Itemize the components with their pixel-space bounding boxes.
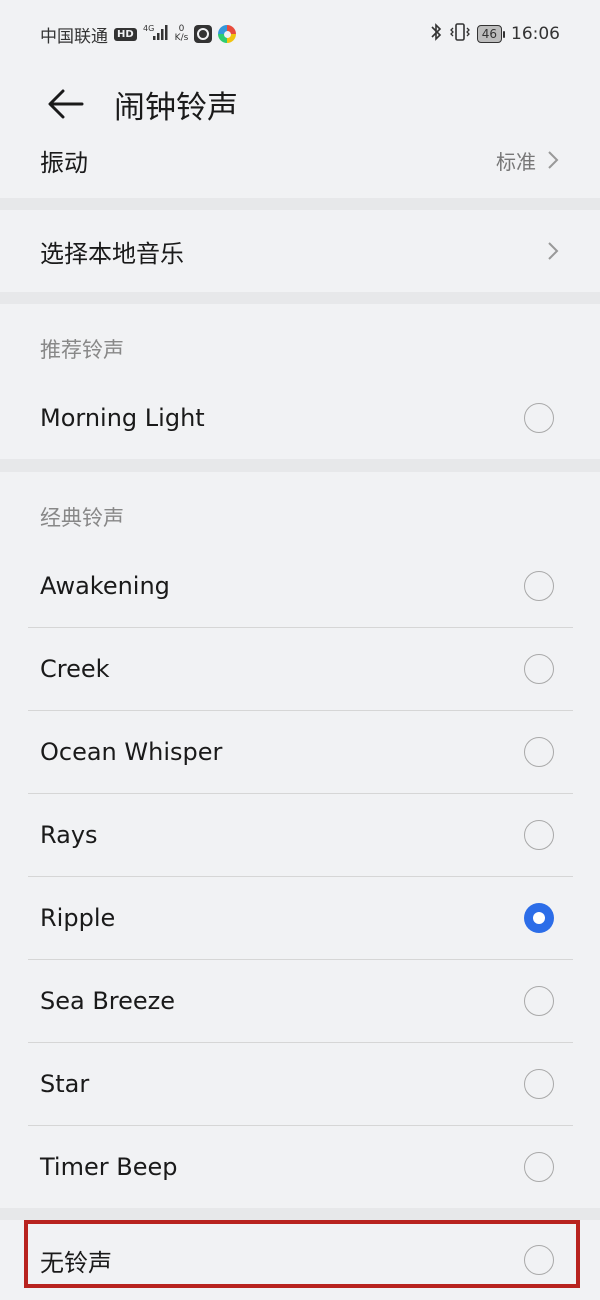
classic-section-title: 经典铃声 — [40, 506, 124, 530]
vibration-label: 振动 — [40, 148, 88, 177]
ringtone-row-rays[interactable]: Rays — [0, 794, 600, 876]
local-music-label: 选择本地音乐 — [40, 239, 184, 268]
ringtone-label: Creek — [40, 655, 110, 683]
battery-level: 46 — [476, 25, 502, 43]
back-button[interactable] — [44, 82, 88, 126]
section-divider — [0, 198, 600, 210]
radio-button[interactable] — [524, 1152, 554, 1182]
radio-button[interactable] — [524, 1069, 554, 1099]
clock: 16:06 — [511, 24, 560, 44]
ringtone-row-morning-light[interactable]: Morning Light — [0, 377, 600, 459]
radio-button[interactable] — [524, 986, 554, 1016]
page-title: 闹钟铃声 — [114, 89, 238, 126]
status-bar-right: 46 16:06 — [429, 22, 560, 47]
battery-icon: 46 — [476, 25, 505, 43]
net-type: 4G — [143, 24, 154, 33]
radio-button[interactable] — [524, 820, 554, 850]
ringtone-label: Ripple — [40, 904, 116, 932]
vibration-row[interactable]: 振动 标准 — [0, 140, 600, 180]
carrier-name: 中国联通 — [40, 26, 108, 47]
ringtone-label: Sea Breeze — [40, 987, 176, 1015]
radio-button[interactable] — [524, 654, 554, 684]
ringtone-row-creek[interactable]: Creek — [0, 628, 600, 710]
status-bar-left: 中国联通 HD 4G 0 K/s — [40, 22, 237, 47]
ringtone-label: Rays — [40, 821, 98, 849]
ringtone-row-sea-breeze[interactable]: Sea Breeze — [0, 960, 600, 1042]
back-arrow-icon — [48, 89, 84, 119]
chevron-right-icon — [548, 242, 559, 260]
radio-button[interactable] — [524, 403, 554, 433]
recommended-section-title: 推荐铃声 — [40, 338, 124, 362]
colorful-app-icon — [218, 25, 237, 43]
ringtone-label: Awakening — [40, 572, 170, 600]
ringtone-label: Ocean Whisper — [40, 738, 223, 766]
ringtone-row-ocean-whisper[interactable]: Ocean Whisper — [0, 711, 600, 793]
radio-button[interactable] — [524, 571, 554, 601]
network-speed: 0 K/s — [175, 25, 189, 43]
ringtone-row-timer-beep[interactable]: Timer Beep — [0, 1126, 600, 1208]
local-music-row[interactable]: 选择本地音乐 — [0, 210, 600, 292]
section-divider — [0, 292, 600, 304]
section-divider — [0, 1208, 600, 1220]
bluetooth-icon — [429, 22, 443, 47]
app-header: 闹钟铃声 — [0, 68, 600, 140]
section-divider — [0, 459, 600, 472]
ringtone-row-ripple[interactable]: Ripple — [0, 877, 600, 959]
radio-button-selected[interactable] — [524, 903, 554, 933]
ringtone-label: Morning Light — [40, 404, 205, 432]
signal-icon: 4G — [143, 23, 169, 46]
vibration-value: 标准 — [496, 149, 536, 174]
speed-unit: K/s — [174, 33, 189, 43]
camera-app-icon — [194, 25, 213, 43]
vibrate-icon — [449, 22, 471, 47]
ringtone-row-star[interactable]: Star — [0, 1043, 600, 1125]
ringtone-label: Star — [40, 1070, 90, 1098]
ringtone-row-awakening[interactable]: Awakening — [0, 545, 600, 627]
status-bar: 中国联通 HD 4G 0 K/s 46 16:06 — [0, 0, 600, 68]
ringtone-label: Timer Beep — [40, 1153, 178, 1181]
chevron-right-icon — [548, 151, 559, 169]
hd-badge: HD — [114, 27, 137, 41]
highlight-box — [24, 1220, 580, 1288]
radio-button[interactable] — [524, 737, 554, 767]
